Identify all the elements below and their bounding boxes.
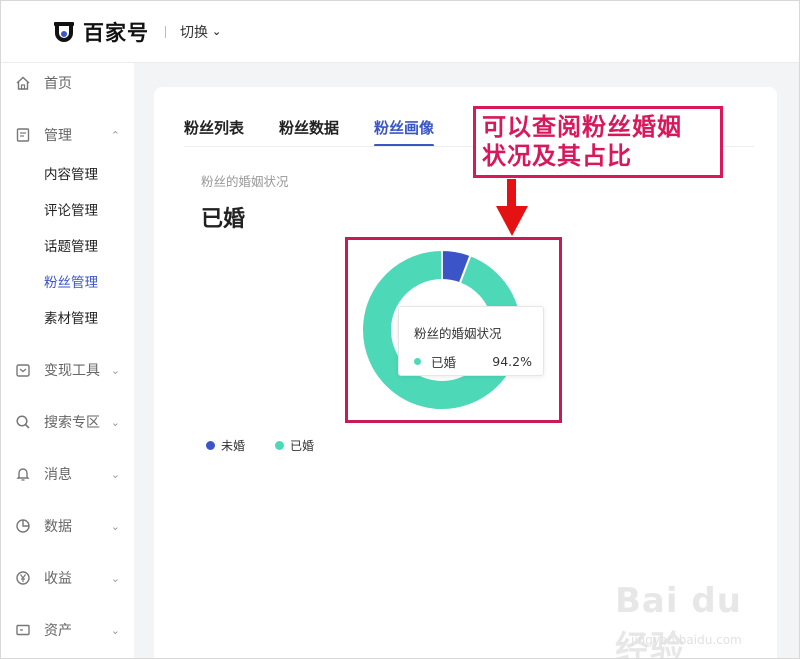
legend-dot (275, 441, 285, 450)
app-frame: 百家号 切换 ⌄ 首页 管理 ⌃ 内容管理 评论管理 话题管理 粉丝管理 素材管… (0, 0, 800, 659)
annotation-line-2: 状况及其占比 (482, 142, 632, 170)
sidebar-item-monetize[interactable]: 变现工具 ⌄ (1, 355, 134, 385)
watermark-main: Bai du 经验 (615, 581, 742, 659)
tab-fans-data[interactable]: 粉丝数据 (279, 117, 339, 147)
annotation-line-1: 可以查阅粉丝婚姻 (482, 113, 682, 141)
sidebar-item-manage[interactable]: 管理 ⌃ (1, 120, 134, 150)
chevron-up-icon: ⌃ (110, 128, 120, 142)
sidebar-item-label: 资产 (44, 623, 72, 639)
logo-text: 百家号 (83, 20, 149, 45)
sidebar-item-search[interactable]: 搜索专区 ⌄ (1, 407, 134, 437)
sidebar-item-label: 搜索专区 (44, 415, 100, 431)
annotation-arrow-shaft (507, 179, 516, 209)
sidebar-item-data[interactable]: 数据 ⌄ (1, 511, 134, 541)
sidebar-subitem-content[interactable]: 内容管理 (44, 164, 98, 186)
sidebar-item-home[interactable]: 首页 (1, 68, 134, 98)
chevron-down-icon: ⌄ (110, 467, 120, 481)
sidebar-item-label: 数据 (44, 519, 72, 535)
document-icon (15, 127, 31, 143)
header-divider (165, 25, 166, 38)
chevron-down-icon: ⌄ (212, 25, 222, 38)
pie-chart-icon (15, 518, 31, 534)
chevron-down-icon: ⌄ (110, 519, 120, 533)
card-icon (15, 622, 31, 638)
switch-label: 切换 (180, 24, 208, 41)
legend-item-married[interactable]: 已婚 (275, 437, 314, 454)
yen-icon (15, 570, 31, 586)
watermark-sub: jingyan.baidu.com (631, 633, 742, 647)
wallet-icon (15, 362, 31, 378)
sidebar-item-label: 变现工具 (44, 363, 100, 379)
legend-dot (206, 441, 215, 450)
sidebar-item-income[interactable]: 收益 ⌄ (1, 563, 134, 593)
annotation-callout: 可以查阅粉丝婚姻 状况及其占比 (473, 106, 723, 178)
tab-fans-list[interactable]: 粉丝列表 (184, 117, 244, 147)
logo[interactable]: 百家号 (53, 17, 149, 47)
tabs: 粉丝列表 粉丝数据 粉丝画像 (184, 117, 469, 147)
chevron-down-icon: ⌄ (110, 363, 120, 377)
top-category-value: 已婚 (201, 207, 246, 232)
search-icon (15, 414, 31, 430)
section-label: 粉丝的婚姻状况 (201, 174, 289, 189)
sidebar-item-messages[interactable]: 消息 ⌄ (1, 459, 134, 489)
switch-account-button[interactable]: 切换 ⌄ (180, 22, 221, 42)
chart-highlight-box (345, 237, 562, 423)
sidebar-subitem-comments[interactable]: 评论管理 (44, 200, 98, 222)
sidebar-item-label: 管理 (44, 128, 72, 144)
sidebar-subitem-topics[interactable]: 话题管理 (44, 236, 98, 258)
sidebar-subitem-fans[interactable]: 粉丝管理 (44, 272, 98, 294)
chevron-down-icon: ⌄ (110, 623, 120, 637)
home-icon (15, 75, 31, 91)
chart-legend: 未婚 已婚 (206, 437, 344, 454)
sidebar-subitem-materials[interactable]: 素材管理 (44, 308, 98, 330)
tab-fans-profile[interactable]: 粉丝画像 (374, 117, 435, 147)
chevron-down-icon: ⌄ (110, 415, 120, 429)
sidebar: 首页 管理 ⌃ 内容管理 评论管理 话题管理 粉丝管理 素材管理 变现工具 ⌄ … (1, 63, 134, 658)
sidebar-item-label: 收益 (44, 571, 72, 587)
annotation-arrow-icon (496, 206, 528, 236)
bell-icon (15, 466, 31, 482)
sidebar-item-label: 首页 (44, 76, 72, 92)
sidebar-item-label: 消息 (44, 467, 72, 483)
baidu-jingyan-watermark: Bai du 经验 jingyan.baidu.com (587, 573, 787, 658)
sidebar-item-assets[interactable]: 资产 ⌄ (1, 615, 134, 645)
legend-label: 已婚 (290, 439, 315, 453)
top-bar: 百家号 切换 ⌄ (1, 1, 799, 63)
chevron-down-icon: ⌄ (110, 571, 120, 585)
legend-item-unmarried[interactable]: 未婚 (206, 437, 245, 454)
legend-label: 未婚 (221, 439, 246, 453)
logo-icon (53, 21, 75, 43)
